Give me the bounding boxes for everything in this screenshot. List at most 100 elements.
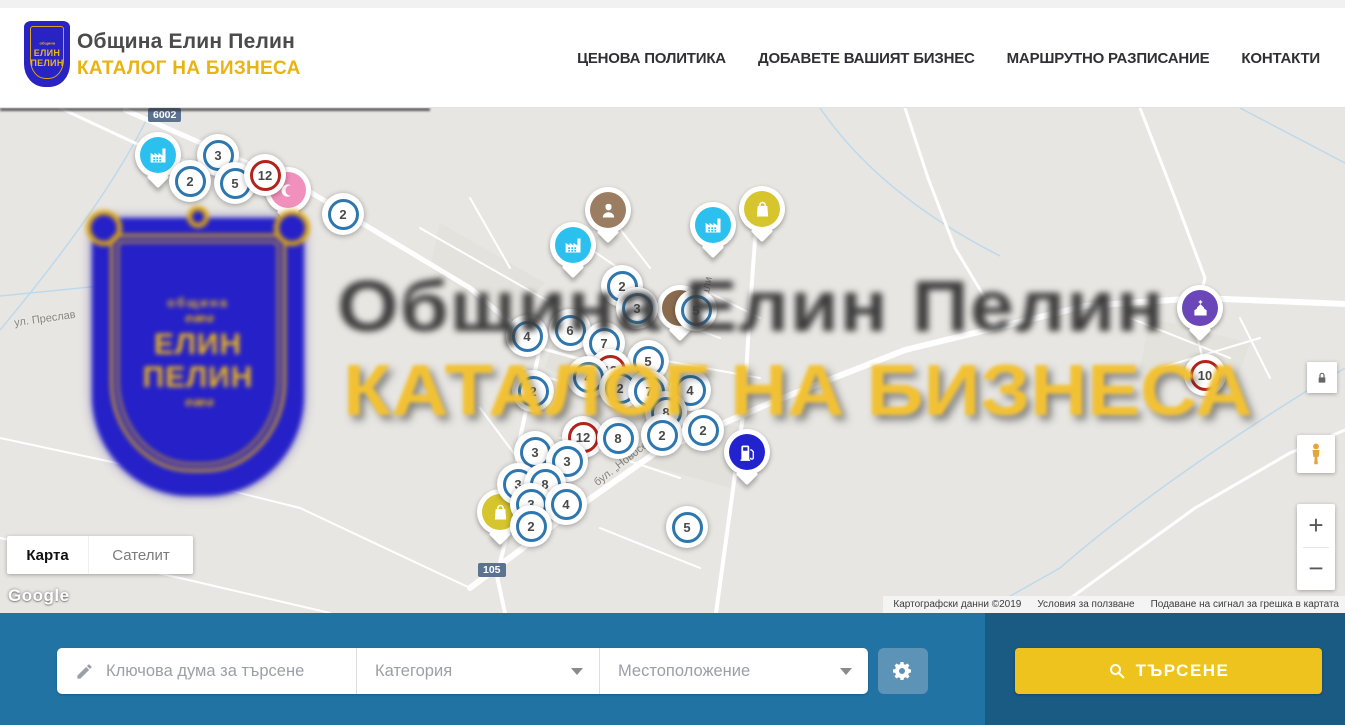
category-select-label: Категория [375,662,452,681]
pin-badge [695,207,731,243]
cluster-ring: 2 [175,166,206,197]
google-logo[interactable]: Google [8,586,70,606]
shield-ornament-bottom: ∾∾ [184,394,212,412]
gear-icon [891,659,915,683]
shopping-bag-pin[interactable] [739,186,785,232]
worker-pin[interactable] [585,187,631,233]
cluster-marker[interactable]: 2 [169,160,211,202]
pin-badge [555,227,591,263]
keyword-search-input[interactable] [106,662,356,681]
chevron-down-icon [571,668,583,675]
location-select-label: Местоположение [618,662,750,681]
watermark-title: Община Елин Пелин [337,266,1165,348]
map-attribution: Картографски данни ©2019 Условия за полз… [883,596,1345,613]
fuel-pin[interactable] [724,429,770,475]
cluster-ring: 2 [516,511,547,542]
pin-badge [140,137,176,173]
brand-block: Община Елин Пелин КАТАЛОГ НА БИЗНЕСА [77,30,301,80]
search-button[interactable]: ТЪРСЕНЕ [1015,648,1322,694]
map-type-control: Карта Сателит [7,536,193,574]
fuel-icon [737,442,758,463]
top-strip [0,0,1345,8]
map-canvas[interactable]: 3251222356475134227481282233383425106002… [0,108,1345,613]
factory-icon [563,235,584,256]
cluster-marker[interactable]: 5 [666,506,708,548]
shopping-bag-icon [752,199,773,220]
shield-town-word: община [167,295,229,310]
cluster-count: 2 [339,207,346,222]
cluster-ring: 5 [672,512,703,543]
nav-route-schedule[interactable]: МАРШРУТНО РАЗПИСАНИЕ [1007,50,1210,67]
church-icon [1190,298,1211,319]
site-logo[interactable]: община ЕЛИН ПЕЛИН [25,22,69,86]
shield-ornament-top: ∾∾ [184,310,212,328]
header: община ЕЛИН ПЕЛИН Община Елин Пелин КАТА… [0,8,1345,108]
watermark-subtitle: КАТАЛОГ НА БИЗНЕСА [343,350,1253,432]
nav-pricing[interactable]: ЦЕНОВА ПОЛИТИКА [577,50,726,67]
cluster-count: 3 [531,445,538,460]
street-view-pegman[interactable] [1297,435,1335,473]
pencil-icon [75,662,94,681]
shield-knob [187,206,209,228]
search-icon [1108,662,1126,680]
road-number-label: 105 [478,563,506,577]
chevron-down-icon [840,668,852,675]
pin-badge [729,434,765,470]
main-nav: ЦЕНОВА ПОЛИТИКА ДОБАВЕТЕ ВАШИЯТ БИЗНЕС М… [577,8,1320,108]
cluster-count: 2 [527,519,534,534]
cluster-count: 3 [214,148,221,163]
category-select[interactable]: Категория [357,648,599,694]
cluster-count: 2 [186,174,193,189]
cluster-marker[interactable]: 4 [545,483,587,525]
nav-add-business[interactable]: ДОБАВЕТЕ ВАШИЯТ БИЗНЕС [758,50,975,67]
shield-line2: ПЕЛИН [143,361,254,394]
cluster-marker[interactable]: 2 [322,193,364,235]
zoom-in-button[interactable]: + [1297,504,1335,547]
shopping-bag-icon [490,502,511,523]
logo-line2: ПЕЛИН [30,59,63,68]
site-title: Община Елин Пелин [77,30,301,54]
cluster-count: 4 [562,497,569,512]
location-select[interactable]: Местоположение [600,648,868,694]
lock-icon [1314,370,1330,386]
cluster-marker[interactable]: 2 [510,505,552,547]
pegman-icon [1303,441,1329,467]
shield-inner: община ∾∾ ЕЛИН ПЕЛИН ∾∾ [110,234,286,472]
search-bar: Категория Местоположение ТЪРСЕНЕ [0,613,1345,725]
pin-badge [590,192,626,228]
zoom-control: + − [1297,504,1335,590]
factory-pin[interactable] [690,202,736,248]
factory-pin[interactable] [550,222,596,268]
shield-line1: ЕЛИН [154,328,242,361]
lock-button[interactable] [1307,362,1337,393]
cluster-ring: 4 [551,489,582,520]
factory-icon [148,145,169,166]
search-button-label: ТЪРСЕНЕ [1136,661,1230,681]
logo-line1: ЕЛИН [34,49,61,58]
cluster-count: 3 [563,454,570,469]
worker-icon [598,200,619,221]
cluster-count: 12 [258,168,272,183]
cluster-count: 5 [231,176,238,191]
attribution-report-link[interactable]: Подаване на сигнал за грешка в картата [1151,599,1339,610]
cluster-ring: 2 [328,199,359,230]
attribution-terms-link[interactable]: Условия за ползване [1037,599,1134,610]
cluster-count: 8 [614,431,621,446]
site-subtitle: КАТАЛОГ НА БИЗНЕСА [77,58,301,80]
logo-town-word: община [39,40,55,45]
nav-contacts[interactable]: КОНТАКТИ [1241,50,1320,67]
pin-badge [1182,290,1218,326]
church-pin[interactable] [1177,285,1223,331]
zoom-out-button[interactable]: − [1297,548,1335,591]
site-logo-shield: община ЕЛИН ПЕЛИН [30,26,64,79]
advanced-settings-button[interactable] [878,648,928,694]
watermark-coat-of-arms: община ∾∾ ЕЛИН ПЕЛИН ∾∾ [92,218,304,496]
cluster-count: 5 [683,520,690,535]
map-type-satellite-button[interactable]: Сателит [88,536,193,574]
factory-icon [703,215,724,236]
search-field-group: Категория Местоположение [57,648,868,694]
keyword-field [57,648,356,694]
cluster-marker[interactable]: 12 [244,154,286,196]
map-type-map-button[interactable]: Карта [7,536,88,574]
pin-badge [744,191,780,227]
